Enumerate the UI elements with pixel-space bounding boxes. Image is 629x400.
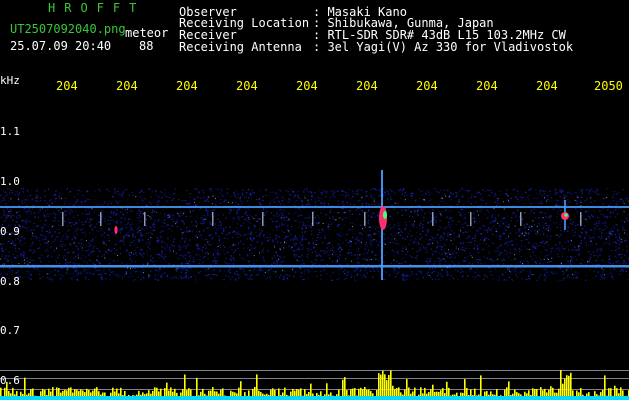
y-tick-0.6: 0.6: [0, 374, 20, 387]
y-tick-1.1: 1.1: [0, 125, 20, 138]
bands-layer: [0, 206, 629, 268]
app-title: HROFFT: [48, 1, 146, 15]
x-tick: 204: [176, 79, 198, 93]
signal-bars-layer: [0, 370, 629, 400]
hrofft-screen: HROFFT UT2507092040.png meteor 25.07.09 …: [0, 0, 629, 400]
x-tick: 204: [116, 79, 138, 93]
spectrogram: [0, 170, 629, 400]
antenna-label: Receiving Antenna: [179, 40, 302, 54]
y-axis-unit: kHz: [0, 74, 20, 87]
y-tick-0.9: 0.9: [0, 225, 20, 238]
datetime: 25.07.09 20:40: [10, 39, 112, 53]
detection-count: 88: [139, 39, 154, 53]
x-tick: 204: [416, 79, 438, 93]
x-tick: 204: [476, 79, 498, 93]
x-tick: 204: [296, 79, 318, 93]
y-tick-1.0: 1.0: [0, 175, 20, 188]
x-tick: 204: [536, 79, 558, 93]
x-tick: 204: [236, 79, 258, 93]
filename: UT2507092040.png: [10, 22, 126, 36]
detection-label: meteor: [125, 26, 169, 40]
antenna-value: : 3el Yagi(V) Az 330 for Vladivostok: [313, 40, 574, 54]
x-tick: 204: [56, 79, 78, 93]
x-tick: 204: [356, 79, 378, 93]
x-tick: 2050: [594, 79, 623, 93]
y-tick-0.8: 0.8: [0, 275, 20, 288]
grid-layer: [0, 370, 629, 390]
y-tick-0.7: 0.7: [0, 324, 20, 337]
